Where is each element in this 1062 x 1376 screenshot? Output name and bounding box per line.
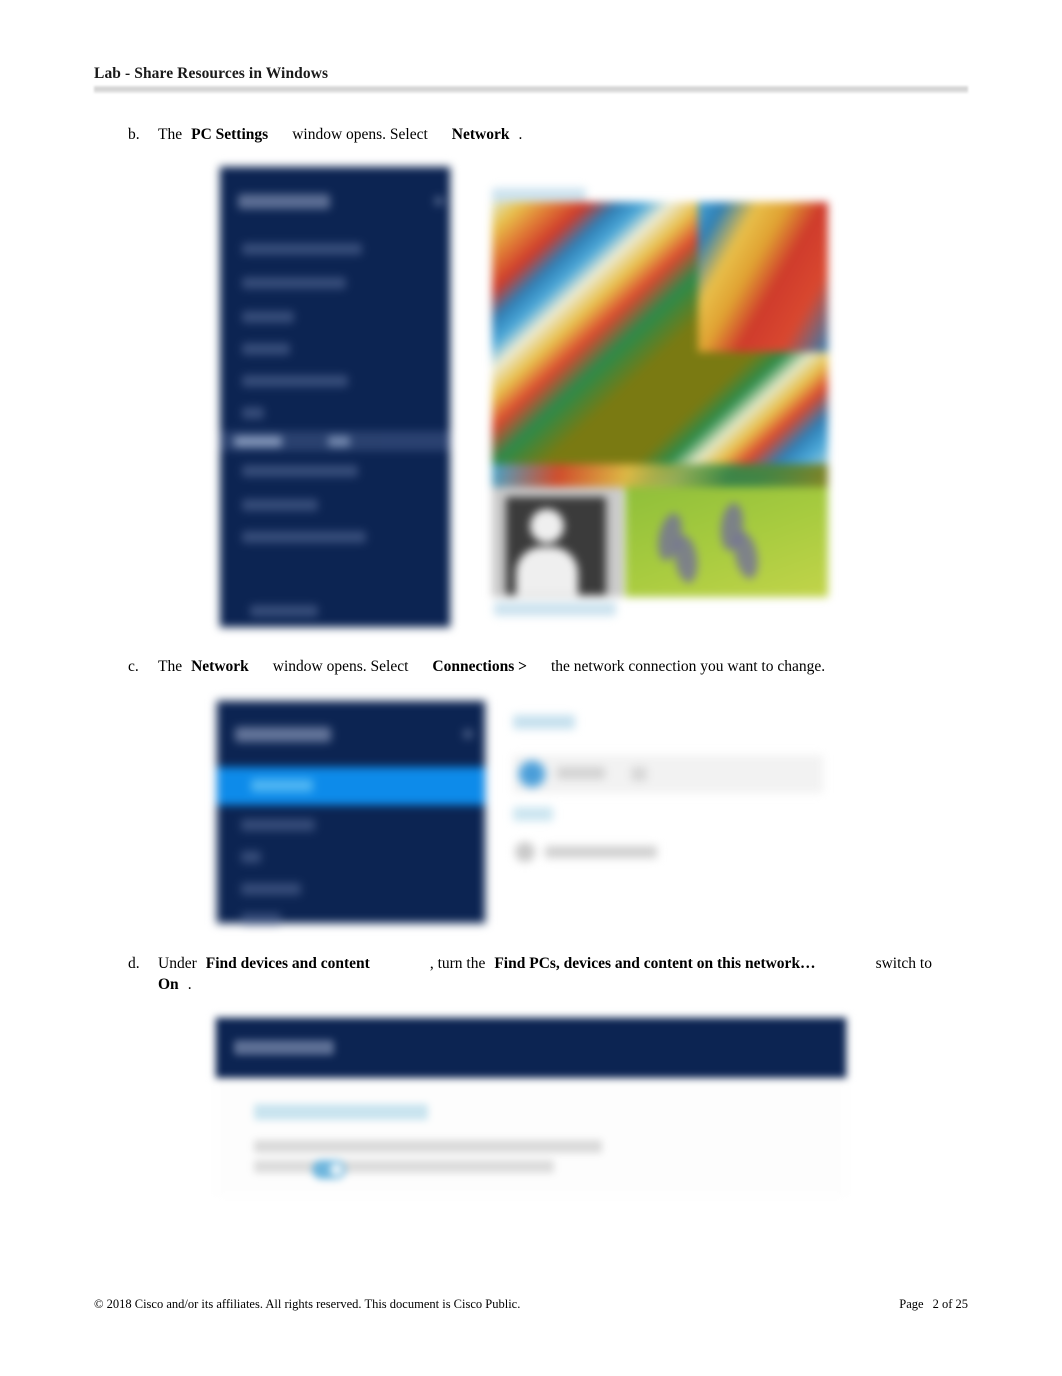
step-b-marker: b. bbox=[128, 126, 140, 143]
network-sidebar-item[interactable] bbox=[241, 883, 301, 895]
pc-settings-item bbox=[242, 407, 264, 419]
pc-settings-divider bbox=[220, 431, 450, 451]
avatar-head bbox=[530, 509, 564, 543]
network-sidebar-item[interactable] bbox=[241, 851, 261, 863]
network-sidebar-item-connections[interactable] bbox=[217, 767, 485, 805]
network-panel-heading-1 bbox=[513, 715, 575, 729]
figure-find-devices bbox=[212, 1010, 852, 1200]
network-sidebar-item[interactable] bbox=[241, 913, 281, 925]
network-panel bbox=[513, 707, 829, 867]
pc-settings-search-icon bbox=[434, 196, 444, 206]
find-devices-heading bbox=[254, 1104, 428, 1120]
pc-settings-sidebar-title bbox=[238, 194, 330, 209]
pc-settings-wallpaper-tile bbox=[492, 202, 828, 487]
step-b-text-2: window opens. Select bbox=[292, 126, 428, 143]
network-connection-status bbox=[631, 767, 647, 781]
photo-detail bbox=[671, 533, 701, 585]
toggle-knob bbox=[330, 1163, 343, 1176]
pc-settings-item bbox=[250, 605, 318, 617]
find-devices-panel bbox=[216, 1078, 846, 1196]
pc-settings-item bbox=[242, 311, 294, 323]
step-d-bold-1: Find devices and content bbox=[205, 955, 370, 972]
find-devices-header-title bbox=[234, 1040, 334, 1055]
network-secondary-row[interactable] bbox=[515, 841, 685, 863]
figure-network-window bbox=[213, 697, 833, 927]
pc-settings-divider-label bbox=[234, 436, 282, 447]
find-devices-header-bar bbox=[216, 1018, 846, 1078]
document-header: Lab - Share Resources in Windows bbox=[94, 64, 968, 84]
avatar-body bbox=[516, 547, 578, 595]
adapter-label bbox=[545, 846, 657, 858]
step-b-bold-1: PC Settings bbox=[191, 126, 269, 143]
pc-settings-item bbox=[242, 243, 362, 255]
network-sidebar-item[interactable] bbox=[241, 819, 315, 831]
step-b-bold-2: Network bbox=[451, 126, 510, 143]
pc-settings-item bbox=[242, 465, 358, 477]
pc-settings-preview-footer bbox=[494, 602, 616, 616]
step-d-bold-3: On bbox=[158, 976, 179, 993]
page-title: Lab - Share Resources in Windows bbox=[94, 65, 329, 82]
pc-settings-account-avatar bbox=[492, 487, 623, 597]
network-panel-heading-2 bbox=[513, 807, 553, 821]
step-c-text-1: The bbox=[158, 658, 183, 675]
pc-settings-item bbox=[242, 499, 318, 511]
document-page: Lab - Share Resources in Windows b. The P… bbox=[0, 0, 1062, 1376]
step-b-text-3: . bbox=[518, 126, 523, 143]
step-d-text: Under Find devices and content , turn the F… bbox=[158, 953, 932, 995]
footer-copyright: © 2018 Cisco and/or its affiliates. All … bbox=[94, 1297, 521, 1311]
pc-settings-item bbox=[242, 343, 290, 355]
network-search-icon bbox=[463, 729, 473, 739]
footer-page-of: of 25 bbox=[941, 1297, 968, 1311]
step-d-text-3: switch to bbox=[875, 955, 932, 972]
pc-settings-item bbox=[242, 531, 366, 543]
step-c: c. The Network window opens. Select Connect… bbox=[128, 656, 988, 677]
network-sidebar-item-connections-label bbox=[251, 779, 313, 792]
step-b-text: The PC Settings window opens. Select Networ… bbox=[158, 124, 522, 145]
pc-settings-preview-heading bbox=[492, 188, 586, 202]
find-devices-description-line-1 bbox=[254, 1140, 602, 1153]
step-c-text-3: the network connection you want to chang… bbox=[550, 658, 826, 675]
pc-settings-item bbox=[242, 277, 346, 289]
step-d-text-4: . bbox=[187, 976, 192, 993]
step-c-text: The Network window opens. Select Connection… bbox=[158, 656, 825, 677]
document-footer: © 2018 Cisco and/or its affiliates. All … bbox=[94, 1296, 968, 1313]
footer-page-number: 2 bbox=[932, 1297, 939, 1311]
step-b: b. The PC Settings window opens. Select Net… bbox=[128, 124, 948, 145]
pc-settings-sidebar bbox=[220, 167, 450, 627]
step-d-marker: d. bbox=[128, 955, 140, 972]
network-connection-name bbox=[557, 767, 605, 779]
wifi-icon bbox=[518, 760, 546, 788]
network-connection-row[interactable] bbox=[513, 755, 823, 793]
footer-page-label: Page bbox=[899, 1297, 924, 1311]
find-devices-description-line-2 bbox=[254, 1160, 554, 1173]
network-sidebar-title bbox=[235, 727, 331, 742]
step-c-text-2: window opens. Select bbox=[272, 658, 409, 675]
step-c-bold-1: Network bbox=[191, 658, 249, 675]
pc-settings-preview-tiles bbox=[492, 188, 828, 616]
step-b-text-1: The bbox=[158, 126, 183, 143]
pc-settings-divider-label-2 bbox=[328, 436, 350, 447]
step-d-bold-2: Find PCs, devices and content on this ne… bbox=[494, 955, 816, 972]
step-d-text-1: Under bbox=[158, 955, 197, 972]
step-d-text-2: , turn the bbox=[429, 955, 486, 972]
step-c-bold-2: Connections > bbox=[432, 658, 527, 675]
pc-settings-photo-tile bbox=[625, 487, 828, 597]
pc-settings-item bbox=[242, 375, 348, 387]
footer-page-indicator: Page 2 of 25 bbox=[899, 1296, 968, 1313]
figure-pc-settings bbox=[214, 160, 832, 632]
adapter-icon bbox=[515, 842, 535, 862]
network-sidebar bbox=[217, 701, 485, 925]
find-devices-toggle[interactable] bbox=[312, 1160, 346, 1179]
photo-detail bbox=[730, 529, 762, 581]
step-c-marker: c. bbox=[128, 658, 139, 675]
header-divider bbox=[94, 86, 968, 93]
step-d: d. Under Find devices and content , turn t… bbox=[128, 953, 983, 995]
